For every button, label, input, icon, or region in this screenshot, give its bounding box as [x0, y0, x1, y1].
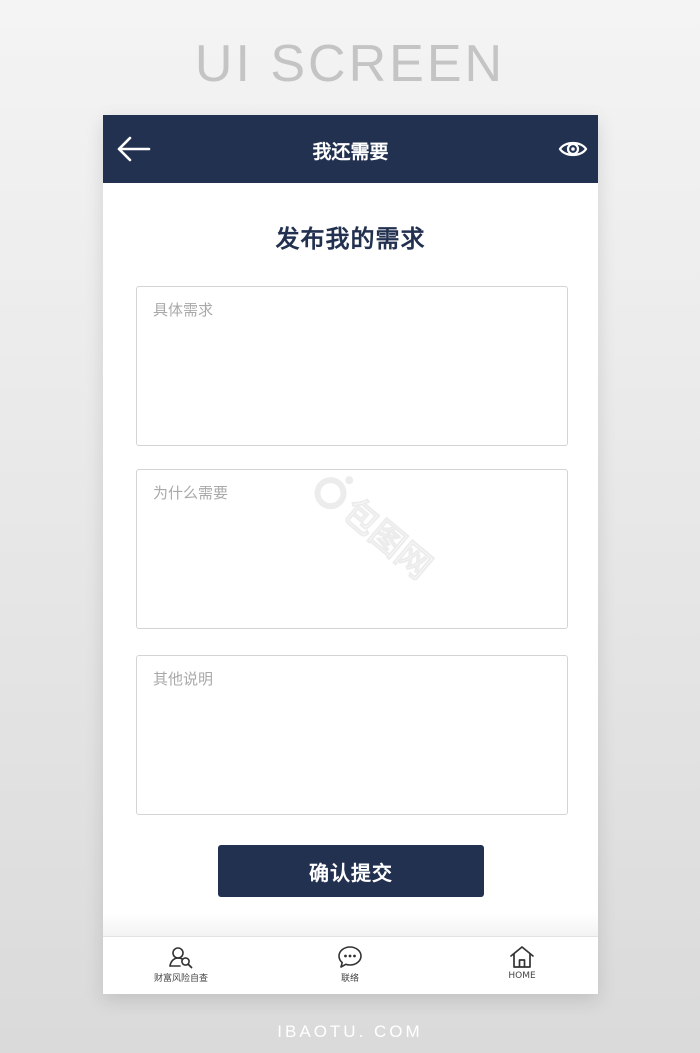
reason-field: [136, 469, 568, 629]
other-notes-field: [136, 655, 568, 815]
submit-button[interactable]: 确认提交: [218, 845, 484, 897]
tab-home-label: HOME: [508, 971, 536, 981]
eye-button[interactable]: [558, 135, 588, 163]
nav-bar: 我还需要: [103, 115, 598, 183]
tab-risk-check[interactable]: 财富风险自查: [126, 945, 236, 984]
tabbar-shadow: [103, 913, 598, 937]
tab-contact[interactable]: 联络: [295, 945, 405, 984]
other-notes-input[interactable]: [137, 656, 567, 814]
specific-need-field: [136, 286, 568, 446]
tab-home[interactable]: HOME: [467, 945, 577, 981]
home-icon: [510, 946, 534, 968]
phone-screen: 我还需要 发布我的需求 确认提交 财富风险自查: [103, 115, 598, 994]
footer-url: IBAOTU. COM: [277, 1022, 423, 1041]
showcase-title: UI SCREEN: [194, 35, 506, 93]
tab-risk-check-label: 财富风险自查: [153, 974, 208, 984]
reason-input[interactable]: [137, 470, 567, 628]
page-title: 发布我的需求: [275, 225, 426, 253]
tab-bar: 财富风险自查 联络 HOME: [103, 936, 598, 994]
eye-icon: [558, 141, 588, 157]
person-search-icon: [169, 947, 193, 969]
tab-contact-label: 联络: [340, 974, 359, 984]
nav-title: 我还需要: [312, 141, 389, 163]
specific-need-input[interactable]: [137, 287, 567, 445]
chat-bubble-icon: [338, 946, 362, 968]
